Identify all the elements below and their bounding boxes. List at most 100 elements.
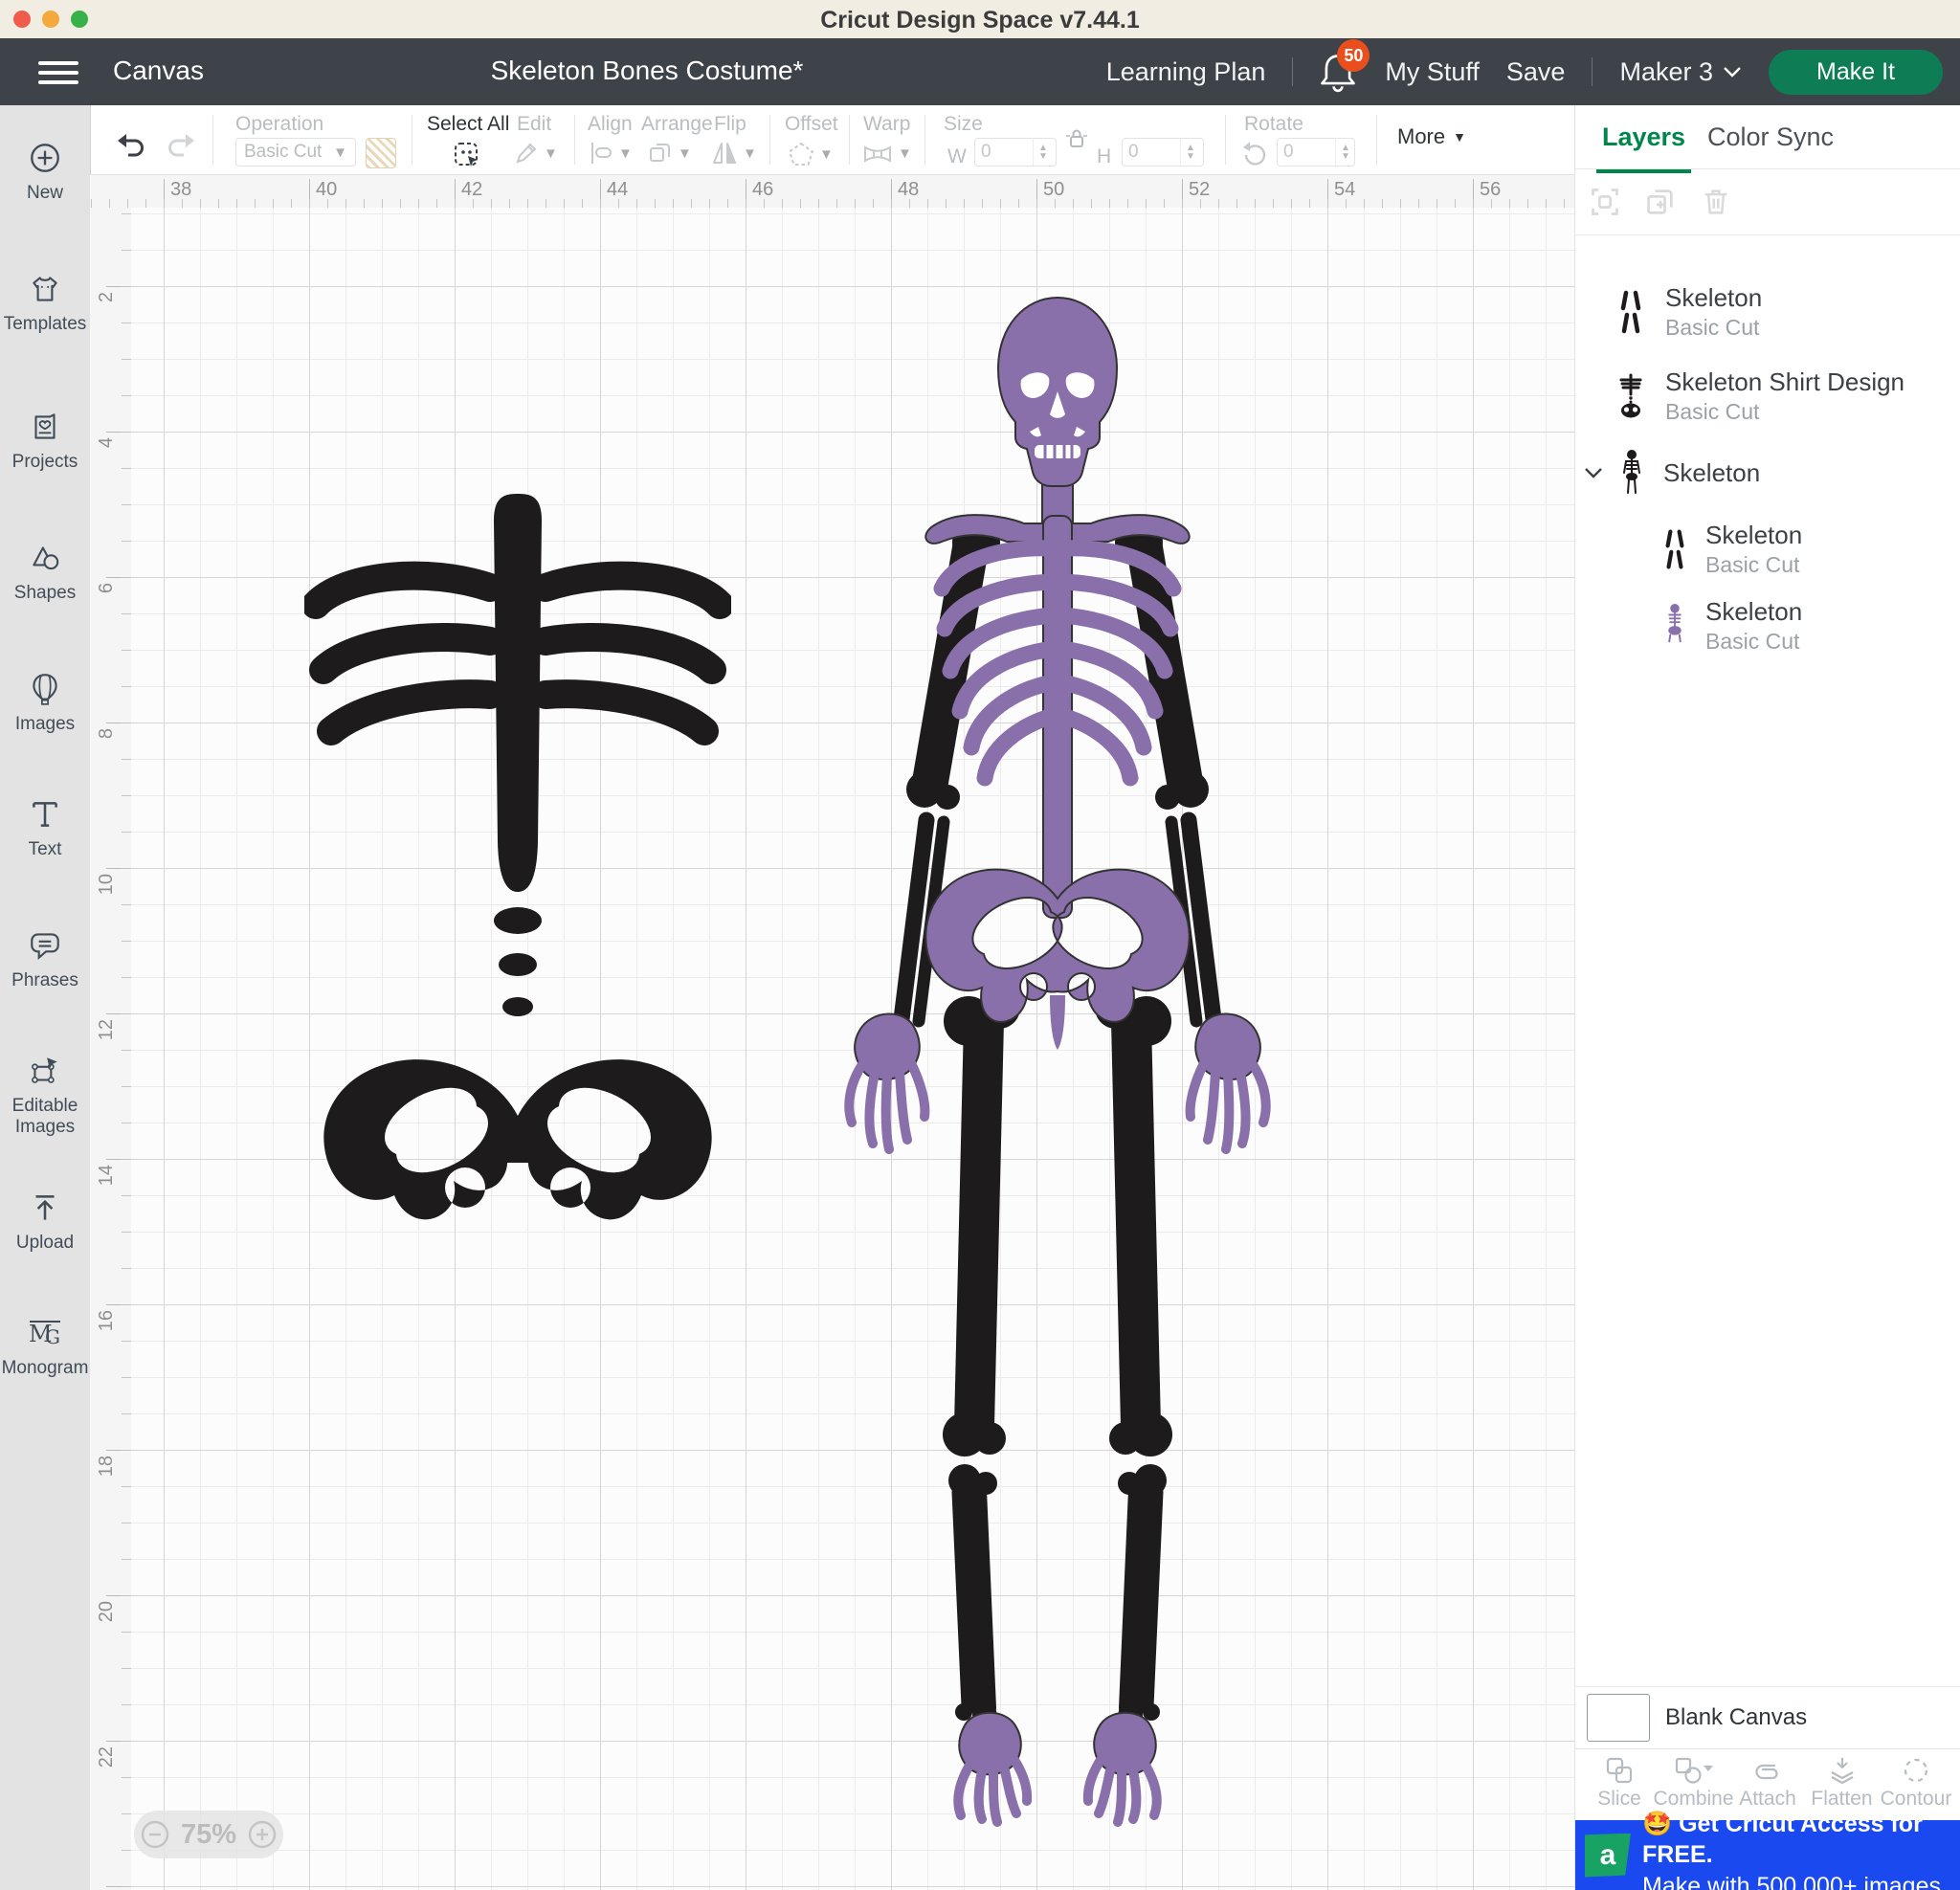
layer-tools-row: [1575, 169, 1960, 235]
slice-button[interactable]: Slice: [1585, 1755, 1654, 1811]
menu-icon[interactable]: [38, 56, 78, 88]
height-input[interactable]: ▲▼: [1122, 138, 1204, 167]
arrange-label[interactable]: Arrange: [641, 113, 713, 136]
banner-line2: Make with 500,000+ images.: [1642, 1871, 1950, 1890]
select-all-icon[interactable]: [452, 140, 482, 170]
zoom-out-button[interactable]: [139, 1818, 171, 1851]
canvas-design-skeleton-shirt[interactable]: [304, 488, 731, 1220]
rotate-input[interactable]: ▲▼: [1277, 138, 1355, 167]
cricut-design-space-window: Cricut Design Space v7.44.1 Canvas Skele…: [0, 0, 1960, 1890]
edit-pencil-icon[interactable]: ▼: [513, 140, 558, 167]
cricut-access-banner[interactable]: a 🤩 Get Cricut Access for FREE. Make wit…: [1575, 1820, 1960, 1890]
layer-operation: Basic Cut: [1705, 552, 1802, 578]
zoom-in-button[interactable]: [246, 1818, 278, 1851]
offset-label[interactable]: Offset: [785, 113, 838, 136]
layer-row-skeleton-shirt-design[interactable]: Skeleton Shirt Design Basic Cut: [1575, 358, 1960, 434]
notification-badge: 50: [1337, 39, 1370, 72]
blank-canvas-row[interactable]: Blank Canvas: [1575, 1686, 1960, 1748]
tab-color-sync[interactable]: Color Sync: [1707, 122, 1834, 152]
flip-label[interactable]: Flip: [714, 113, 746, 136]
sidebar-item-monogram[interactable]: MG Monogram: [0, 1315, 90, 1379]
svg-text:G: G: [45, 1325, 60, 1348]
combine-button[interactable]: Combine: [1659, 1755, 1728, 1811]
height-label: H: [1097, 145, 1111, 168]
layer-name: Skeleton: [1705, 597, 1802, 627]
notifications-button[interactable]: 50: [1320, 51, 1358, 93]
hot-air-balloon-icon: [27, 671, 63, 707]
trash-icon[interactable]: [1700, 186, 1732, 218]
layer-row-skeleton-child-2[interactable]: Skeleton Basic Cut: [1575, 588, 1960, 664]
arrange-icon[interactable]: ▼: [647, 140, 692, 167]
window-title: Cricut Design Space v7.44.1: [820, 7, 1139, 34]
sidebar-item-editable-images[interactable]: Editable Images: [0, 1053, 90, 1138]
sidebar-item-upload[interactable]: Upload: [0, 1190, 90, 1254]
project-title[interactable]: Skeleton Bones Costume*: [491, 56, 804, 86]
more-button[interactable]: More▼: [1397, 124, 1466, 149]
minimize-window-button[interactable]: [42, 11, 59, 28]
operation-dropdown[interactable]: Basic Cut▼: [235, 138, 356, 167]
machine-selector[interactable]: Maker 3: [1619, 57, 1742, 87]
monogram-icon: MG: [26, 1315, 64, 1351]
layer-row-skeleton-bones[interactable]: Skeleton Basic Cut: [1575, 274, 1960, 350]
slice-icon: [1604, 1755, 1635, 1786]
flatten-button[interactable]: Flatten: [1808, 1755, 1877, 1811]
zoom-control: 75%: [134, 1811, 283, 1858]
cricut-access-logo: a: [1585, 1834, 1631, 1878]
duplicate-icon[interactable]: [1644, 186, 1677, 218]
chevron-down-icon[interactable]: [1583, 465, 1604, 480]
canvas-design-skeleton[interactable]: [842, 292, 1273, 1828]
layer-operation: Basic Cut: [1705, 629, 1802, 655]
my-stuff-link[interactable]: My Stuff: [1385, 57, 1480, 87]
chevron-down-icon: [1723, 65, 1742, 78]
zoom-level: 75%: [181, 1819, 236, 1851]
layer-group-skeleton[interactable]: Skeleton: [1575, 444, 1960, 501]
redo-button[interactable]: [165, 130, 197, 159]
align-icon[interactable]: ▼: [588, 140, 633, 167]
layer-name: Skeleton Shirt Design: [1665, 367, 1904, 397]
select-all-label[interactable]: Select All: [427, 113, 509, 136]
select-similar-icon[interactable]: [1589, 186, 1621, 218]
align-label[interactable]: Align: [588, 113, 633, 136]
text-icon: [27, 796, 63, 833]
width-label: W: [947, 145, 967, 168]
combine-icon: [1673, 1755, 1715, 1786]
layer-name: Skeleton: [1663, 458, 1760, 488]
lock-aspect-icon[interactable]: [1064, 126, 1089, 151]
sidebar-item-projects[interactable]: Projects: [0, 409, 90, 473]
sidebar-item-images[interactable]: Images: [0, 671, 90, 735]
layer-row-skeleton-child-1[interactable]: Skeleton Basic Cut: [1575, 511, 1960, 588]
top-navigation-bar: Canvas Skeleton Bones Costume* Learning …: [0, 38, 1960, 105]
width-input[interactable]: ▲▼: [974, 138, 1057, 167]
warp-icon[interactable]: ▼: [861, 140, 912, 167]
layer-name: Skeleton: [1665, 283, 1762, 313]
attach-button[interactable]: Attach: [1733, 1755, 1802, 1811]
nav-canvas-label[interactable]: Canvas: [113, 56, 204, 86]
sidebar-item-new[interactable]: New: [0, 140, 90, 204]
flatten-icon: [1826, 1755, 1859, 1786]
vertical-ruler: 2 4 6 8 10 12 14 16 18 20 22 24: [90, 208, 132, 1890]
undo-button[interactable]: [115, 130, 147, 159]
layer-thumbnail-bones: [1614, 288, 1648, 336]
sidebar-item-shapes[interactable]: Shapes: [0, 540, 90, 604]
flip-icon[interactable]: ▼: [710, 140, 757, 167]
layers-panel: Layers Color Sync Skeleton Basic Cut: [1574, 105, 1960, 1890]
save-button[interactable]: Save: [1506, 57, 1566, 87]
macos-titlebar: Cricut Design Space v7.44.1: [0, 0, 1960, 39]
maximize-window-button[interactable]: [71, 11, 88, 28]
layer-name: Skeleton: [1705, 521, 1802, 550]
learning-plan-link[interactable]: Learning Plan: [1106, 57, 1266, 87]
edit-label[interactable]: Edit: [517, 113, 551, 136]
warp-label[interactable]: Warp: [863, 113, 910, 136]
offset-icon[interactable]: ▼: [787, 140, 834, 168]
sidebar-item-text[interactable]: Text: [0, 796, 90, 860]
sidebar-item-templates[interactable]: Templates: [0, 271, 90, 335]
make-it-button[interactable]: Make It: [1769, 50, 1943, 95]
sidebar-item-phrases[interactable]: Phrases: [0, 927, 90, 991]
banner-emoji: 🤩: [1642, 1811, 1672, 1837]
contour-button[interactable]: Contour: [1882, 1755, 1950, 1811]
material-color-swatch[interactable]: [366, 138, 396, 168]
layer-operation: Basic Cut: [1665, 399, 1904, 425]
close-window-button[interactable]: [13, 11, 31, 28]
tab-layers[interactable]: Layers: [1602, 122, 1685, 152]
blank-canvas-swatch[interactable]: [1587, 1694, 1650, 1742]
